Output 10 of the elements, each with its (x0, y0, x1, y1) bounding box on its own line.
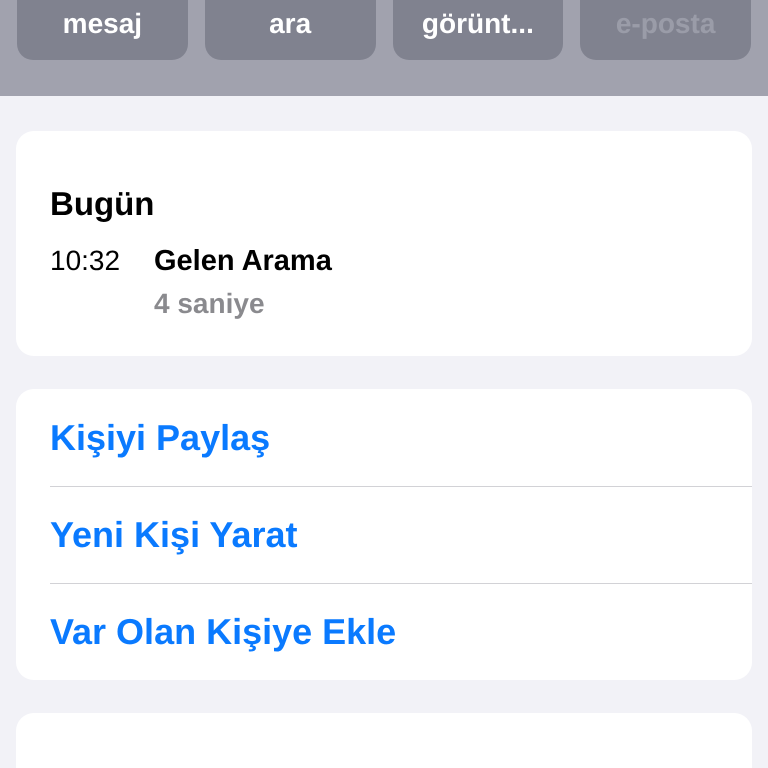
call-time: 10:32 (50, 245, 122, 278)
option-link[interactable]: Yeni Kişi Yarat (50, 486, 752, 583)
call-duration: 4 saniye (154, 288, 266, 320)
option-link[interactable]: Var Olan Kişiye Ekle (50, 583, 752, 680)
section-heading: Bugün (50, 185, 156, 223)
action-button[interactable]: ara (204, 0, 376, 60)
call-type: Gelen Arama (154, 245, 333, 278)
action-button[interactable]: görünt... (392, 0, 564, 60)
action-button[interactable]: mesaj (17, 0, 188, 60)
option-link[interactable]: Kişiyi Paylaş (50, 389, 752, 486)
